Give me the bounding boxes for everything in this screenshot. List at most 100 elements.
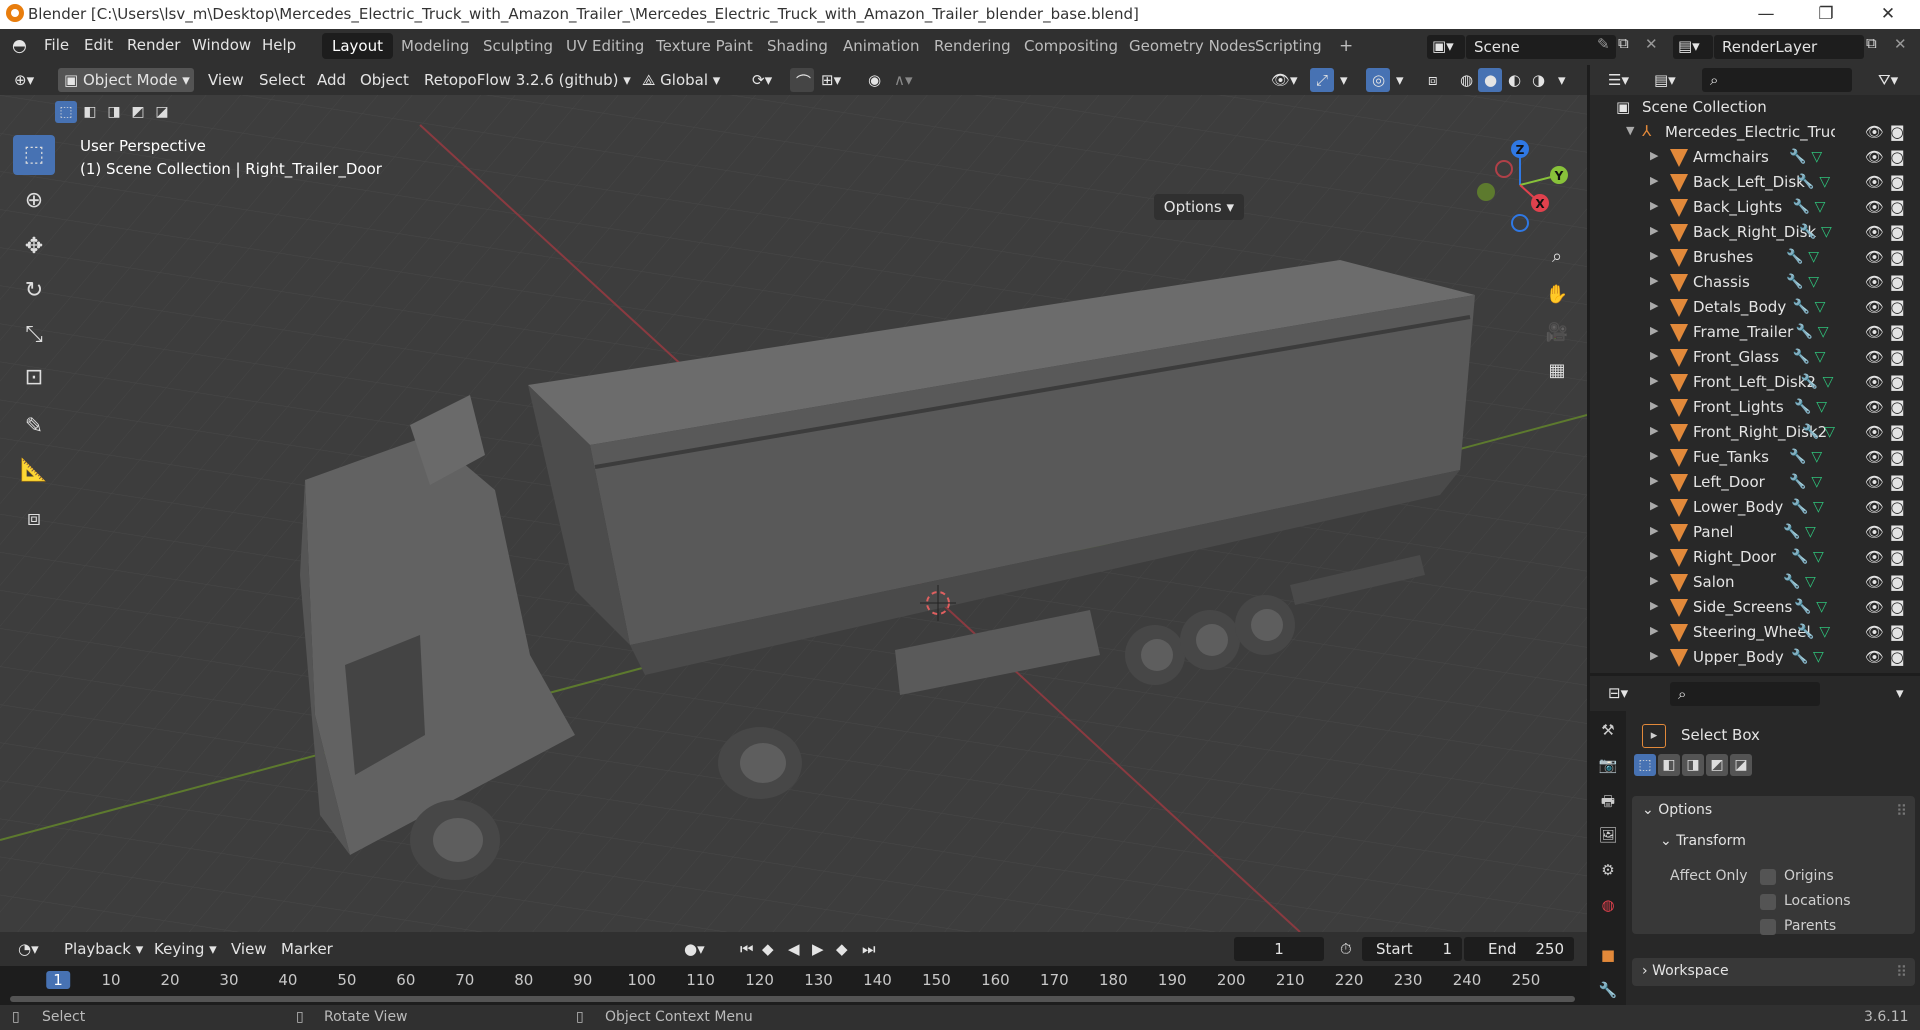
eye-icon[interactable]: 👁 [1865,248,1884,266]
eye-icon[interactable]: 👁 [1865,523,1884,541]
camera-icon[interactable]: ◙ [1890,623,1905,641]
expand-arrow-icon[interactable]: ▶ [1650,149,1658,162]
modifier-wrench-icon[interactable]: 🔧 [1783,574,1800,590]
tab-scripting[interactable]: Scripting [1245,33,1332,59]
modifier-wrench-icon[interactable]: 🔧 [1793,349,1810,365]
outliner-row[interactable]: ▶ Left_Door 🔧 ▽ 👁 ◙ [1590,471,1920,496]
delete-scene-icon[interactable]: ✕ [1645,35,1658,53]
camera-icon[interactable]: ◙ [1890,598,1905,616]
xray-icon[interactable]: ⧈ [1422,68,1446,92]
expand-arrow-icon[interactable]: ▶ [1650,249,1658,262]
menu-render[interactable]: Render [127,36,180,54]
eye-icon[interactable]: 👁 [1865,223,1884,241]
outliner-row[interactable]: ▶ Front_Right_Disk2 🔧 ▽ 👁 ◙ [1590,421,1920,446]
select-new-icon[interactable]: ⬚ [55,101,77,123]
modifier-wrench-icon[interactable]: 🔧 [1789,449,1806,465]
proportional-edit-icon[interactable]: ◉ [862,68,886,92]
shading-dropdown-icon[interactable]: ▾ [1552,68,1572,92]
eye-icon[interactable]: 👁 [1865,623,1884,641]
camera-icon[interactable]: ◙ [1890,398,1905,416]
playback-menu[interactable]: Playback ▾ [58,937,149,961]
properties-search-input[interactable]: ⌕ [1670,682,1820,706]
render-tab-icon[interactable]: 📷 [1597,756,1619,778]
current-frame-field[interactable]: 1 [1234,937,1324,961]
expand-arrow-icon[interactable]: ▶ [1650,524,1658,537]
tab-texture-paint[interactable]: Texture Paint [646,33,763,59]
eye-icon[interactable]: 👁 [1865,348,1884,366]
modifier-wrench-icon[interactable]: 🔧 [1802,424,1819,440]
modifier-wrench-icon[interactable]: 🔧 [1786,274,1803,290]
zoom-icon[interactable]: ⌕ [1541,241,1573,273]
pin-icon[interactable]: ✎ [1597,35,1610,53]
play-reverse-icon[interactable]: ◀ [782,937,804,961]
eye-icon[interactable]: 👁 [1865,198,1884,216]
modifier-wrench-icon[interactable]: 🔧 [1786,249,1803,265]
modifier-wrench-icon[interactable]: 🔧 [1799,224,1816,240]
viewport-options-button[interactable]: Options ▾ [1153,194,1244,220]
tab-sculpting[interactable]: Sculpting [473,33,563,59]
eye-icon[interactable]: 👁 [1865,298,1884,316]
modifier-wrench-icon[interactable]: 🔧 [1801,374,1818,390]
navigation-gizmo[interactable]: Z Y X [1460,135,1580,235]
camera-icon[interactable]: ◙ [1890,248,1905,266]
expand-arrow-icon[interactable]: ▶ [1650,399,1658,412]
expand-arrow-icon[interactable]: ▶ [1650,424,1658,437]
camera-icon[interactable]: ◙ [1890,323,1905,341]
eye-icon[interactable]: 👁 [1865,148,1884,166]
expand-arrow-icon[interactable]: ▶ [1650,349,1658,362]
camera-icon[interactable]: ◙ [1890,473,1905,491]
outliner-row[interactable]: ▶ Detals_Body 🔧 ▽ 👁 ◙ [1590,296,1920,321]
scene-collection-row[interactable]: ▣ Scene Collection [1590,96,1920,121]
mode-new-icon[interactable]: ⬚ [1634,754,1656,776]
outliner-row[interactable]: ▶ Front_Left_Disk2 🔧 ▽ 👁 ◙ [1590,371,1920,396]
camera-icon[interactable]: ◙ [1890,348,1905,366]
camera-icon[interactable]: ◙ [1890,148,1905,166]
tab-compositing[interactable]: Compositing [1014,33,1128,59]
object-tab-icon[interactable]: ■ [1597,946,1619,968]
expand-arrow-icon[interactable]: ▶ [1650,574,1658,587]
gizmo-neg-z[interactable] [1511,214,1529,232]
locations-checkbox[interactable] [1760,894,1776,910]
mode-intersect-icon[interactable]: ◪ [1730,754,1752,776]
tab-rendering[interactable]: Rendering [924,33,1021,59]
expand-arrow-icon[interactable]: ▶ [1650,549,1658,562]
mesh-data-icon[interactable]: ▽ [1811,449,1822,465]
mode-extend-icon[interactable]: ◧ [1658,754,1680,776]
menu-window[interactable]: Window [192,36,251,54]
mesh-data-icon[interactable]: ▽ [1816,599,1827,615]
transform-subpanel-header[interactable]: ⌄ Transform [1660,833,1746,849]
world-tab-icon[interactable]: ◍ [1597,896,1619,918]
modifier-wrench-icon[interactable]: 🔧 [1791,649,1808,665]
3d-viewport[interactable]: ⬚ ◧ ◨ ◩ ◪ User Perspective (1) Scene Col… [0,95,1587,932]
tab-geometry-nodes[interactable]: Geometry Nodes [1119,33,1266,59]
marker-menu[interactable]: Marker [275,937,339,961]
mesh-data-icon[interactable]: ▽ [1815,199,1826,215]
next-keyframe-icon[interactable]: ◆ [830,937,854,961]
options-panel-header[interactable]: ⌄ Options [1642,802,1712,818]
maximize-button[interactable]: ❐ [1800,0,1852,29]
select-invert-icon[interactable]: ◩ [127,101,149,123]
camera-icon[interactable]: ◙ [1890,523,1905,541]
eye-icon[interactable]: 👁 [1865,173,1884,191]
mode-invert-icon[interactable]: ◩ [1706,754,1728,776]
mesh-data-icon[interactable]: ▽ [1813,649,1824,665]
outliner-search-input[interactable]: ⌕ [1702,68,1852,92]
mesh-data-icon[interactable]: ▽ [1813,499,1824,515]
select-box-tool-icon[interactable]: ⬚ [13,135,55,175]
visibility-icon[interactable]: 👁▾ [1265,68,1307,92]
expand-arrow-icon[interactable]: ▶ [1650,174,1658,187]
measure-tool-icon[interactable]: 📐 [13,451,55,491]
camera-icon[interactable]: ◙ [1890,373,1905,391]
camera-icon[interactable]: ◙ [1890,498,1905,516]
orientation-dropdown[interactable]: ⟁ Global ▾ [636,68,734,92]
menu-select[interactable]: Select [253,68,311,92]
mode-dropdown[interactable]: ▣ Object Mode ▾ [58,68,194,92]
mesh-data-icon[interactable]: ▽ [1813,549,1824,565]
eye-icon[interactable]: 👁 [1865,498,1884,516]
gizmo-neg-y[interactable] [1477,183,1495,201]
new-scene-icon[interactable]: ⧉ [1618,34,1629,52]
tool-tab-icon[interactable]: ⚒ [1597,721,1619,743]
outliner-row[interactable]: ▶ Frame_Trailer 🔧 ▽ 👁 ◙ [1590,321,1920,346]
expand-arrow-icon[interactable]: ▶ [1650,199,1658,212]
clock-icon[interactable]: ⏱ [1334,937,1358,961]
